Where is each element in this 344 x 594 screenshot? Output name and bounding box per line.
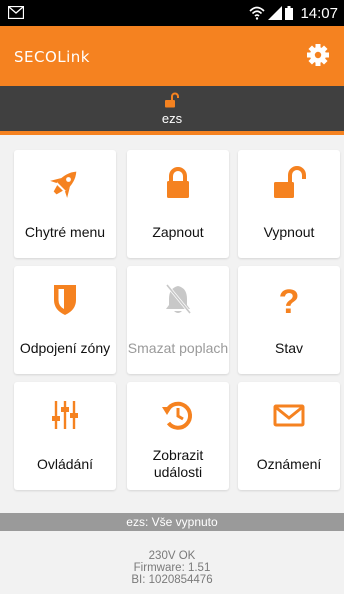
tile-label: Zobrazit události [152,447,204,480]
sliders-icon [52,401,78,429]
bi-number: BI: 1020854476 [131,574,213,586]
gear-icon[interactable] [306,43,330,67]
tile-disarm[interactable]: Vypnout [238,150,340,258]
system-icons: 14:07 [249,3,338,23]
tile-arm[interactable]: Zapnout [127,150,229,258]
mail-icon [8,6,24,19]
app-bar: SECOLink [0,26,344,86]
tile-status[interactable]: ? Stav [238,266,340,374]
tile-label: Oznámení [256,455,322,472]
envelope-icon [273,404,305,427]
svg-text:?: ? [279,283,300,316]
tile-notifications[interactable]: Oznámení [238,382,340,490]
tile-label: Chytré menu [24,223,106,240]
wifi-icon [249,6,266,20]
signal-icon [268,6,283,20]
tile-clear-alarm[interactable]: Smazat poplach [127,266,229,374]
firmware-version: Firmware: 1.51 [133,562,211,574]
tile-show-events[interactable]: Zobrazit události [127,382,229,490]
tile-label: Stav [274,339,303,356]
lock-open-icon [274,166,306,198]
lock-closed-icon [167,167,189,198]
tile-control[interactable]: Ovládání [14,382,116,490]
bell-off-icon [165,284,192,314]
tile-label: Smazat poplach [127,339,229,356]
power-status: 230V OK [148,550,196,562]
tile-smart-menu[interactable]: Chytré menu [14,150,116,258]
battery-icon [285,6,294,20]
clock: 14:07 [300,4,338,22]
app-logo: SECOLink [14,48,90,66]
tile-label: Zapnout [152,223,204,240]
tile-label: Ovládání [36,455,94,472]
status-bar: 14:07 [0,0,344,26]
tile-label: Odpojení zóny [19,339,111,356]
tile-zone-bypass[interactable]: Odpojení zóny [14,266,116,374]
shield-icon [54,285,76,315]
question-icon: ? [279,283,300,316]
rocket-icon [50,171,77,198]
tile-label: Vypnout [263,223,315,240]
status-message: ezs: Vše vypnuto [0,513,344,531]
lock-open-icon [165,92,179,108]
section-title: ezs [161,111,183,126]
history-icon [162,401,193,430]
section-header: ezs [0,86,344,135]
